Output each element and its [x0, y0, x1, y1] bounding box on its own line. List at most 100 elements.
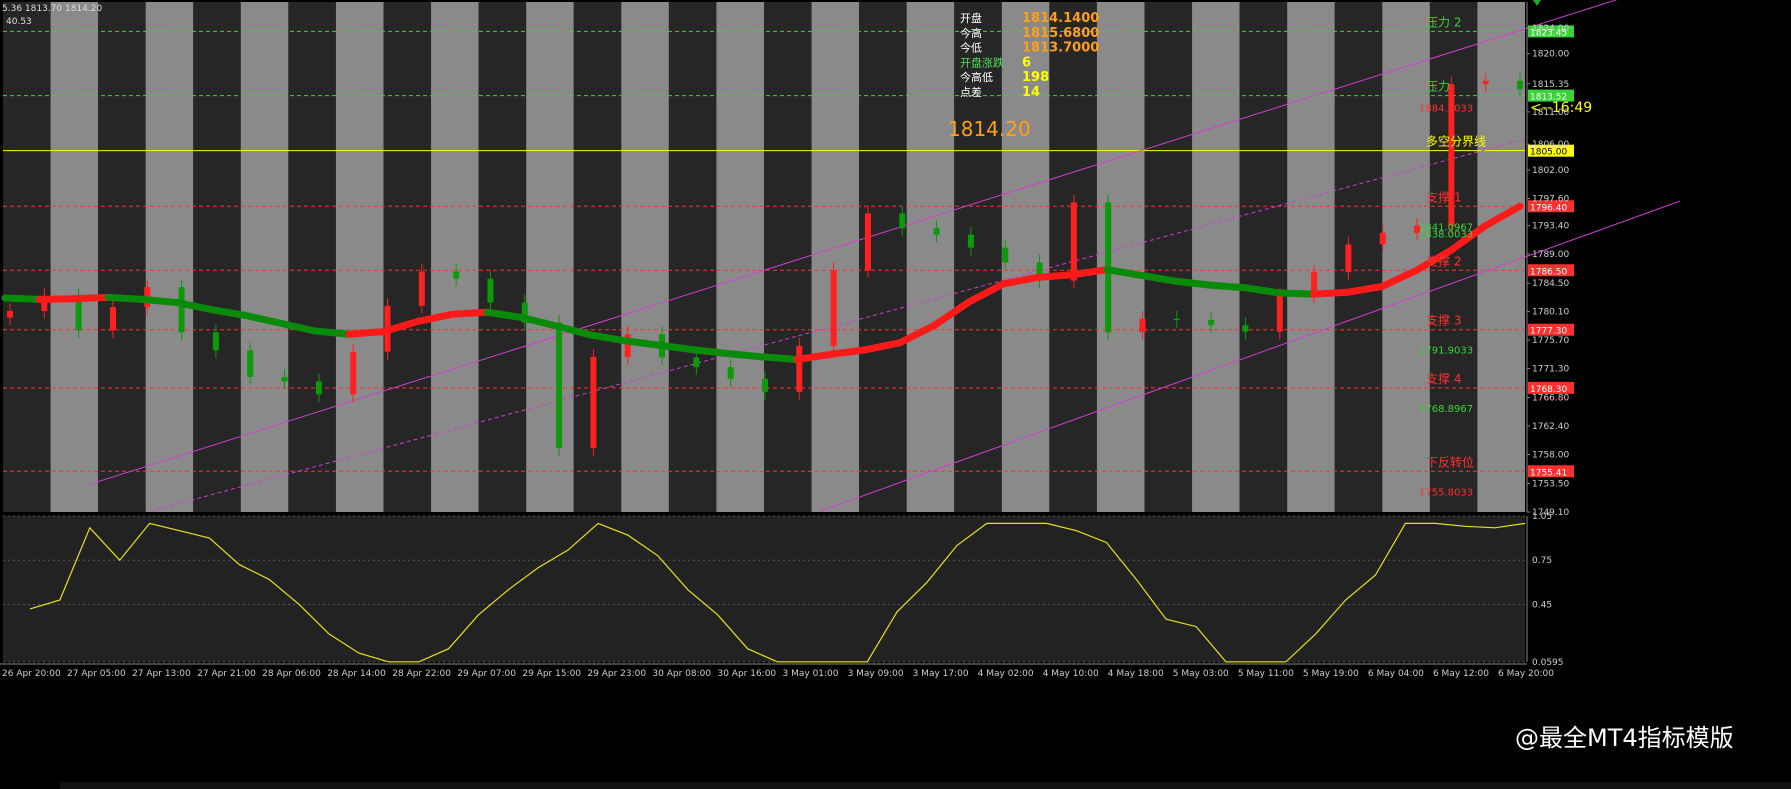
session-band: [716, 2, 764, 512]
candle-body: [967, 234, 974, 248]
info-label: 今高: [960, 26, 982, 40]
candle-body: [1002, 247, 1009, 263]
candle-body: [1173, 318, 1180, 321]
ma-segment: [311, 327, 353, 338]
session-band: [526, 2, 574, 512]
candle-body: [1070, 202, 1077, 281]
info-label: 开盘: [960, 11, 982, 25]
candle-body: [762, 378, 768, 392]
candle-body: [212, 332, 219, 351]
time-tick-label: 29 Apr 15:00: [522, 669, 581, 679]
ma-segment: [70, 293, 112, 303]
candle-body: [1139, 318, 1146, 333]
level-note-label: 1768.8967: [1419, 404, 1473, 415]
candle-body: [796, 345, 803, 392]
session-band: [431, 2, 479, 512]
ma-segment: [655, 341, 698, 354]
ma-segment: [104, 293, 147, 303]
info-label: 点差: [960, 85, 982, 99]
time-tick-label: 28 Apr 06:00: [262, 669, 321, 679]
level-price-text: 1796.40: [1530, 203, 1567, 213]
price-tick-label: 1789.00: [1532, 250, 1569, 260]
price-tick-label: 1797.60: [1532, 195, 1569, 205]
ma-segment: [759, 353, 801, 363]
candle-body: [933, 228, 940, 235]
candle-body: [1276, 295, 1283, 332]
ma-segment: [1172, 277, 1214, 289]
candle-body: [1242, 325, 1249, 332]
session-band: [1382, 2, 1430, 512]
candle-body: [899, 213, 906, 229]
symbol-ohlc: 5.36 1813.70 1814.20: [2, 4, 102, 14]
price-tick-label: 1824.00: [1532, 24, 1569, 34]
time-tick-label: 3 May 01:00: [783, 669, 839, 679]
time-tick-label: 28 Apr 14:00: [327, 669, 386, 679]
session-band: [288, 2, 336, 512]
candle-body: [727, 367, 734, 379]
candle-body: [1517, 80, 1523, 90]
scrollbar-track: [60, 782, 1791, 789]
candle-body: [864, 213, 871, 271]
candle-body: [556, 322, 563, 449]
candle-body: [350, 351, 357, 395]
price-tick-label: 1766.80: [1532, 394, 1569, 404]
time-tick-label: 6 May 20:00: [1498, 669, 1554, 679]
session-band: [1477, 2, 1525, 512]
session-band: [50, 2, 99, 512]
time-tick-label: 29 Apr 23:00: [587, 669, 646, 679]
price-tick-label: 1806.00: [1532, 140, 1569, 150]
time-tick-label: 27 Apr 05:00: [67, 669, 126, 679]
watermark-text: @最全MT4指标模版: [1515, 724, 1734, 752]
price-tick-label: 1815.35: [1532, 80, 1569, 90]
oscillator-area: [3, 516, 1525, 662]
time-tick-label: 6 May 12:00: [1433, 669, 1489, 679]
time-tick-label: 29 Apr 07:00: [457, 669, 516, 679]
time-tick-label: 3 May 17:00: [913, 669, 969, 679]
candle-body: [830, 270, 837, 346]
level-name-label: 支撑 1: [1426, 189, 1461, 204]
info-label: 今低: [960, 41, 982, 55]
time-tick-label: 5 May 11:00: [1238, 669, 1294, 679]
ma-segment: [1, 294, 43, 303]
session-band: [145, 2, 194, 512]
ma-segment: [1309, 288, 1352, 298]
level-note-label: 1791.9033: [1419, 346, 1473, 357]
time-tick-label: 5 May 19:00: [1303, 669, 1359, 679]
price-tick-label: 1780.10: [1532, 308, 1569, 318]
info-value: 1815.6800: [1022, 26, 1099, 41]
session-band: [1192, 2, 1240, 512]
ma-segment: [139, 295, 181, 307]
candle-body: [418, 271, 425, 306]
level-price-text: 1755.41: [1530, 468, 1567, 478]
session-band: [668, 2, 717, 512]
ma-segment: [621, 337, 663, 349]
countdown-timer: <--16:49: [1530, 100, 1592, 116]
osc-tick-label: 0.75: [1532, 556, 1552, 566]
ma-segment: [35, 295, 78, 303]
session-band: [335, 2, 384, 512]
time-tick-label: 4 May 02:00: [978, 669, 1034, 679]
ma-segment: [1275, 289, 1317, 298]
symbol-extra: 40.53: [6, 17, 32, 27]
chart-canvas: 1823.45压力 21813.52压力1884.10331805.00多空分界…: [0, 0, 1791, 789]
price-tick-label: 1793.40: [1532, 222, 1569, 232]
time-tick-label: 4 May 18:00: [1108, 669, 1164, 679]
price-tick-label: 1753.50: [1532, 480, 1569, 490]
session-band: [240, 2, 289, 512]
candle-body: [1208, 320, 1215, 326]
ma-segment: [690, 346, 732, 358]
price-tick-label: 1762.40: [1532, 422, 1569, 432]
session-band: [1287, 2, 1335, 512]
level-note-label: 1838.0033: [1419, 229, 1473, 240]
candle-body: [1482, 80, 1489, 85]
price-tick-label: 1758.00: [1532, 450, 1569, 460]
time-tick-label: 27 Apr 13:00: [132, 669, 191, 679]
price-tick-label: 1784.50: [1532, 279, 1569, 289]
time-tick-label: 27 Apr 21:00: [197, 669, 256, 679]
price-tick-label: 1775.70: [1532, 336, 1569, 346]
ma-segment: [724, 350, 766, 361]
level-name-label: 下反转位: [1426, 454, 1474, 469]
session-band: [193, 2, 241, 512]
info-value: 6: [1022, 55, 1031, 70]
level-name-label: 压力 2: [1426, 15, 1461, 29]
